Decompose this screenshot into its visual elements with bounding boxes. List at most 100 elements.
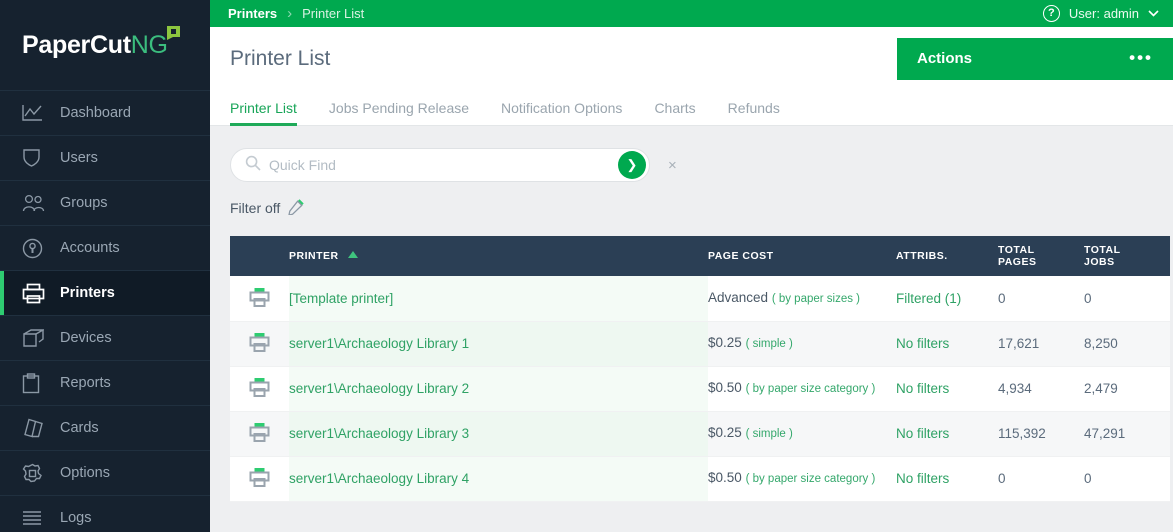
col-header-total-jobs[interactable]: TOTAL JOBS <box>1084 236 1170 276</box>
edit-filter-pencil-icon[interactable] <box>288 198 305 218</box>
attribs-link[interactable]: No filters <box>896 426 949 441</box>
search-box[interactable]: ❯ <box>230 148 650 182</box>
table-row[interactable]: server1\Archaeology Library 2 $0.50 ( by… <box>230 366 1170 411</box>
tab-printer-list[interactable]: Printer List <box>230 100 297 125</box>
sidebar-item-dashboard[interactable]: Dashboard <box>0 90 210 135</box>
printer-name-link[interactable]: server1\Archaeology Library 3 <box>289 426 469 441</box>
breadcrumb-parent[interactable]: Printers <box>228 6 277 21</box>
sidebar-item-label: Devices <box>48 330 112 346</box>
user-menu-label[interactable]: User: admin <box>1069 6 1139 21</box>
attribs-link[interactable]: No filters <box>896 471 949 486</box>
tab-charts[interactable]: Charts <box>654 100 695 125</box>
row-attribs-cell[interactable]: No filters <box>896 411 998 456</box>
filter-status-row: Filter off <box>230 198 1173 218</box>
sidebar-item-label: Accounts <box>48 240 120 256</box>
page-cost-note: ( by paper size category ) <box>746 473 876 485</box>
row-page-cost-cell: Advanced ( by paper sizes ) <box>708 276 896 321</box>
sidebar-item-printers[interactable]: Printers <box>0 270 210 315</box>
col-header-total-jobs-line2: JOBS <box>1084 256 1115 268</box>
row-printer-name-cell[interactable]: server1\Archaeology Library 1 <box>289 321 708 366</box>
search-input[interactable] <box>269 157 618 173</box>
col-header-icon <box>230 236 289 276</box>
top-breadcrumb-bar: Printers › Printer List ? User: admin <box>210 0 1173 27</box>
row-printer-icon-cell <box>230 276 289 321</box>
attribs-link[interactable]: No filters <box>896 336 949 351</box>
actions-button[interactable]: Actions ••• <box>897 38 1173 80</box>
sidebar-item-label: Cards <box>48 420 99 436</box>
topbar-right-group: ? User: admin <box>1043 5 1159 22</box>
attribs-link[interactable]: No filters <box>896 381 949 396</box>
table-row[interactable]: server1\Archaeology Library 4 $0.50 ( by… <box>230 456 1170 501</box>
actions-button-label: Actions <box>917 50 972 67</box>
col-header-printer[interactable]: PRINTER <box>289 236 708 276</box>
breadcrumb-current[interactable]: Printer List <box>302 6 364 21</box>
row-page-cost-cell: $0.25 ( simple ) <box>708 321 896 366</box>
col-header-total-pages-line2: PAGES <box>998 256 1036 268</box>
ellipsis-icon: ••• <box>1129 54 1153 63</box>
clear-search-icon[interactable]: × <box>668 157 677 174</box>
row-printer-name-cell[interactable]: [Template printer] <box>289 276 708 321</box>
sidebar-item-users[interactable]: Users <box>0 135 210 180</box>
search-submit-button[interactable]: ❯ <box>618 151 646 179</box>
chart-line-icon <box>22 104 48 122</box>
row-total-pages-cell: 0 <box>998 456 1084 501</box>
sidebar-item-accounts[interactable]: Accounts <box>0 225 210 270</box>
row-page-cost-cell: $0.50 ( by paper size category ) <box>708 366 896 411</box>
row-attribs-cell[interactable]: No filters <box>896 456 998 501</box>
row-attribs-cell[interactable]: No filters <box>896 366 998 411</box>
row-attribs-cell[interactable]: No filters <box>896 321 998 366</box>
sidebar-item-cards[interactable]: Cards <box>0 405 210 450</box>
printer-name-link[interactable]: server1\Archaeology Library 1 <box>289 336 469 351</box>
sort-ascending-icon <box>348 251 358 258</box>
col-header-total-pages[interactable]: TOTAL PAGES <box>998 236 1084 276</box>
printer-name-link[interactable]: server1\Archaeology Library 4 <box>289 471 469 486</box>
row-printer-name-cell[interactable]: server1\Archaeology Library 2 <box>289 366 708 411</box>
sidebar-item-label: Printers <box>48 285 115 301</box>
printer-name-link[interactable]: [Template printer] <box>289 291 393 306</box>
tab-refunds[interactable]: Refunds <box>728 100 780 125</box>
sidebar-item-label: Users <box>48 150 98 166</box>
row-printer-name-cell[interactable]: server1\Archaeology Library 4 <box>289 456 708 501</box>
printer-icon <box>249 475 270 490</box>
row-total-pages-cell: 17,621 <box>998 321 1084 366</box>
filter-status-label: Filter off <box>230 200 280 216</box>
app-root: PaperCutNG Dashboard <box>0 0 1173 532</box>
logo-suffix-text: NG <box>131 31 168 59</box>
help-icon[interactable]: ? <box>1043 5 1060 22</box>
printer-icon <box>22 283 48 304</box>
attribs-link[interactable]: Filtered (1) <box>896 291 961 306</box>
page-cost-note: ( by paper size category ) <box>746 383 876 395</box>
col-header-page-cost[interactable]: PAGE COST <box>708 236 896 276</box>
col-header-attribs[interactable]: ATTRIBS. <box>896 236 998 276</box>
sidebar-item-groups[interactable]: Groups <box>0 180 210 225</box>
row-total-pages-cell: 0 <box>998 276 1084 321</box>
row-printer-icon-cell <box>230 456 289 501</box>
table-row[interactable]: server1\Archaeology Library 1 $0.25 ( si… <box>230 321 1170 366</box>
table-row[interactable]: server1\Archaeology Library 3 $0.25 ( si… <box>230 411 1170 456</box>
breadcrumb-separator-icon: › <box>287 5 292 22</box>
row-total-jobs-cell: 0 <box>1084 456 1170 501</box>
row-total-pages-cell: 115,392 <box>998 411 1084 456</box>
row-total-jobs-cell: 2,479 <box>1084 366 1170 411</box>
app-logo[interactable]: PaperCutNG <box>0 0 210 90</box>
sidebar-item-reports[interactable]: Reports <box>0 360 210 405</box>
tab-notification-options[interactable]: Notification Options <box>501 100 622 125</box>
row-total-pages-cell: 4,934 <box>998 366 1084 411</box>
row-attribs-cell[interactable]: Filtered (1) <box>896 276 998 321</box>
printer-name-link[interactable]: server1\Archaeology Library 2 <box>289 381 469 396</box>
col-header-printer-label: PRINTER <box>289 250 339 262</box>
sidebar-item-options[interactable]: Options <box>0 450 210 495</box>
row-total-jobs-cell: 47,291 <box>1084 411 1170 456</box>
row-printer-name-cell[interactable]: server1\Archaeology Library 3 <box>289 411 708 456</box>
tab-jobs-pending-release[interactable]: Jobs Pending Release <box>329 100 469 125</box>
sidebar-item-logs[interactable]: Logs <box>0 495 210 532</box>
printer-table: PRINTER PAGE COST ATTRIBS. TOTAL PAGES T… <box>230 236 1170 502</box>
row-printer-icon-cell <box>230 366 289 411</box>
table-row[interactable]: [Template printer] Advanced ( by paper s… <box>230 276 1170 321</box>
printer-icon <box>249 340 270 355</box>
list-lines-icon <box>22 510 48 526</box>
sidebar-item-label: Reports <box>48 375 111 391</box>
sidebar-item-devices[interactable]: Devices <box>0 315 210 360</box>
page-cost-value: $0.25 <box>708 335 742 350</box>
chevron-down-icon[interactable] <box>1148 8 1159 20</box>
